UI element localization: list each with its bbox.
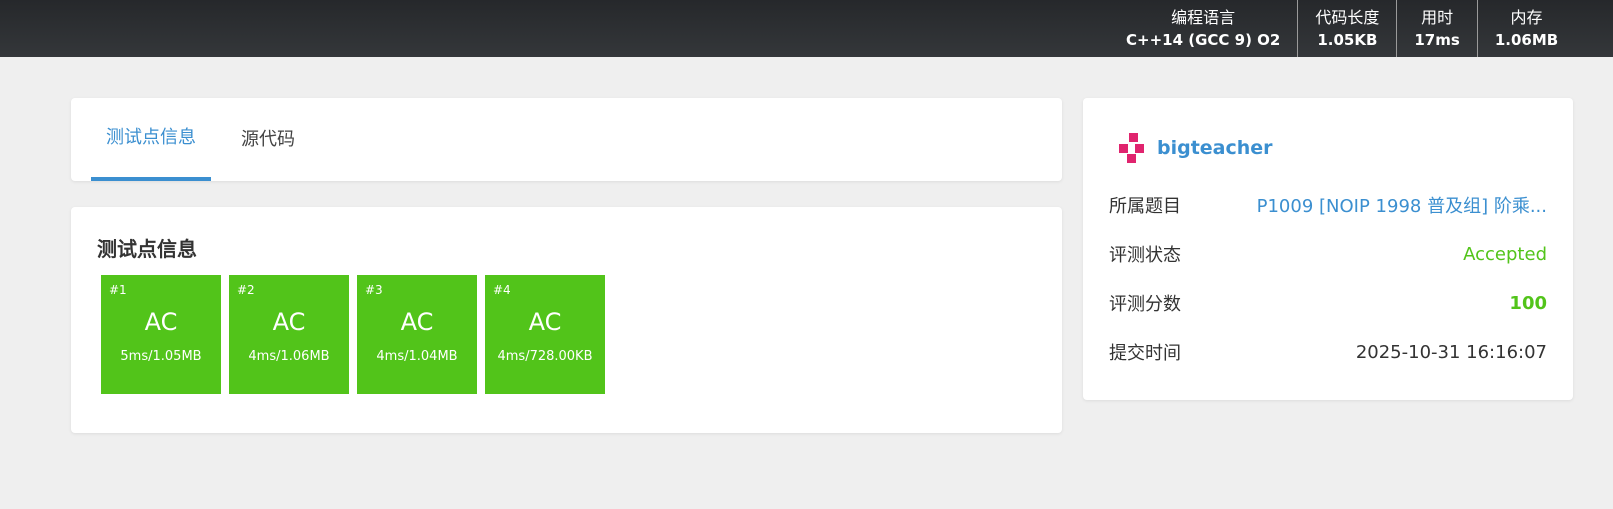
testcase-status: AC xyxy=(144,308,178,336)
testcases-card: 测试点信息 #1 AC 5ms/1.05MB #2 AC 4ms/1.06MB … xyxy=(71,207,1062,433)
stat-label: 用时 xyxy=(1421,7,1454,27)
testcases-title: 测试点信息 xyxy=(97,237,197,261)
testcase-number: #3 xyxy=(365,283,383,297)
submit-time-row: 提交时间 2025-10-31 16:16:07 xyxy=(1109,337,1547,367)
stat-label: 编程语言 xyxy=(1171,7,1236,27)
stat-value: C++14 (GCC 9) O2 xyxy=(1126,30,1281,49)
stat-code-length: 代码长度 1.05KB xyxy=(1297,0,1396,57)
testcase-usage: 4ms/728.00KB xyxy=(497,349,593,364)
testcase-usage: 4ms/1.06MB xyxy=(248,349,330,364)
submit-time-label: 提交时间 xyxy=(1109,343,1181,364)
stat-value: 17ms xyxy=(1414,30,1460,49)
submission-stats: 编程语言 C++14 (GCC 9) O2 代码长度 1.05KB 用时 17m… xyxy=(1109,0,1575,57)
testcase-item[interactable]: #1 AC 5ms/1.05MB xyxy=(101,275,221,394)
tab-source-code[interactable]: 源代码 xyxy=(241,98,295,181)
stat-language: 编程语言 C++14 (GCC 9) O2 xyxy=(1109,0,1297,57)
stat-value: 1.06MB xyxy=(1494,30,1559,49)
testcase-item[interactable]: #2 AC 4ms/1.06MB xyxy=(229,275,349,394)
testcase-status: AC xyxy=(272,308,306,336)
tabs-card: 测试点信息 源代码 xyxy=(71,98,1062,181)
testcase-number: #1 xyxy=(109,283,127,297)
user-info: bigteacher xyxy=(1117,132,1273,164)
status-label: 评测状态 xyxy=(1109,245,1181,266)
stat-label: 内存 xyxy=(1510,7,1543,27)
testcase-item[interactable]: #4 AC 4ms/728.00KB xyxy=(485,275,605,394)
testcase-status: AC xyxy=(400,308,434,336)
score-row: 评测分数 100 xyxy=(1109,288,1547,318)
stat-time: 用时 17ms xyxy=(1396,0,1476,57)
stat-label: 代码长度 xyxy=(1315,7,1380,27)
status-row: 评测状态 Accepted xyxy=(1109,239,1547,269)
testcase-usage: 4ms/1.04MB xyxy=(376,349,458,364)
tab-testcases[interactable]: 测试点信息 xyxy=(91,98,211,181)
testcase-item[interactable]: #3 AC 4ms/1.04MB xyxy=(357,275,477,394)
submit-time-value: 2025-10-31 16:16:07 xyxy=(1355,341,1547,363)
status-value: Accepted xyxy=(1463,243,1547,265)
top-bar: 编程语言 C++14 (GCC 9) O2 代码长度 1.05KB 用时 17m… xyxy=(0,0,1613,57)
testcase-number: #2 xyxy=(237,283,255,297)
username-link[interactable]: bigteacher xyxy=(1157,137,1273,159)
score-label: 评测分数 xyxy=(1109,294,1181,315)
testcase-number: #4 xyxy=(493,283,511,297)
score-value: 100 xyxy=(1509,292,1547,314)
testcase-usage: 5ms/1.05MB xyxy=(120,349,202,364)
avatar-icon xyxy=(1119,133,1144,163)
stat-value: 1.05KB xyxy=(1317,30,1378,49)
problem-link[interactable]: P1009 [NOIP 1998 普及组] 阶乘... xyxy=(1257,192,1547,218)
problem-label: 所属题目 xyxy=(1109,196,1181,217)
problem-row: 所属题目 P1009 [NOIP 1998 普及组] 阶乘... xyxy=(1109,190,1547,220)
stat-memory: 内存 1.06MB xyxy=(1476,0,1575,57)
submission-info-card: bigteacher 所属题目 P1009 [NOIP 1998 普及组] 阶乘… xyxy=(1083,98,1573,400)
testcase-list: #1 AC 5ms/1.05MB #2 AC 4ms/1.06MB #3 AC … xyxy=(101,275,605,394)
testcase-status: AC xyxy=(528,308,562,336)
